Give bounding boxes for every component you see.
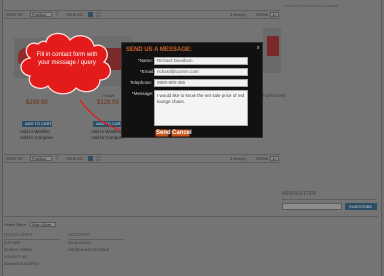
- store-value: Main Store: [32, 222, 52, 227]
- contact-modal: SEND US A MESSAGE: x *Name: Richard Davi…: [121, 42, 263, 138]
- subscribe-label: SUBSCRIBE: [349, 203, 373, 209]
- name-label: *Name:: [138, 58, 154, 63]
- newsletter-title: NEWSLETTER: [282, 191, 317, 197]
- footer-link[interactable]: CONTACT US: [4, 255, 26, 260]
- subscribe-button[interactable]: SUBSCRIBE: [345, 203, 377, 210]
- quick-links-divider: [4, 239, 60, 240]
- footer-link[interactable]: SEARCH TERMS: [4, 248, 32, 253]
- callout-text: Fill in contact form with your message /…: [36, 52, 98, 66]
- account-divider: [68, 239, 124, 240]
- footer-divider: [4, 216, 378, 217]
- sort-value: Position: [32, 156, 47, 161]
- telephone-label: Telephone:: [130, 80, 153, 85]
- name-value: Richard Davidson: [157, 58, 193, 63]
- footer-link[interactable]: MY ACCOUNT: [68, 241, 91, 246]
- newsletter-email-input[interactable]: [282, 203, 342, 210]
- sort-direction-icon[interactable]: ⇩: [55, 156, 59, 161]
- footer-link[interactable]: ORDERS AND RETURNS: [68, 248, 109, 253]
- telephone-field[interactable]: 0800-900-456: [154, 79, 248, 87]
- telephone-value: 0800-900-456: [157, 80, 186, 85]
- message-label: *Message:: [132, 91, 154, 96]
- show-value: 12: [272, 156, 277, 161]
- footer-link[interactable]: ADVANCED SEARCH: [4, 262, 39, 267]
- show-label: SHOW: [256, 156, 269, 161]
- show-select[interactable]: 12: [270, 156, 279, 161]
- close-icon[interactable]: x: [257, 46, 260, 51]
- grid-view-icon[interactable]: [88, 156, 93, 161]
- newsletter-divider: [282, 199, 377, 200]
- modal-title: SEND US A MESSAGE:: [126, 47, 192, 53]
- name-field[interactable]: Richard Davidson: [154, 57, 248, 65]
- item-count: 4 Item(s): [230, 156, 246, 161]
- send-button[interactable]: Send: [155, 129, 171, 137]
- quick-links-title: QUICK LINKS: [4, 232, 33, 237]
- view-as-label: VIEW AS: [66, 156, 83, 161]
- cancel-button[interactable]: Cancel: [171, 129, 192, 137]
- store-label: Select Store:: [4, 222, 27, 227]
- email-field[interactable]: richard@tcomm.com: [154, 68, 248, 76]
- sort-label: SORT BY: [6, 156, 24, 161]
- toolbar-bottom: SORT BY Position ⇩ VIEW AS 4 Item(s) SHO…: [4, 154, 280, 163]
- account-title: ACCOUNT: [68, 232, 91, 237]
- sort-select[interactable]: Position: [30, 156, 52, 161]
- list-view-icon[interactable]: [96, 156, 101, 161]
- store-select[interactable]: Main Store: [30, 222, 56, 227]
- email-label: *Email:: [140, 69, 155, 74]
- footer-link[interactable]: SITE MAP: [4, 241, 20, 246]
- message-textarea[interactable]: I would like to know the net sale price …: [154, 90, 248, 126]
- message-value: I would like to know the net sale price …: [157, 93, 245, 105]
- email-value: richard@tcomm.com: [157, 69, 199, 74]
